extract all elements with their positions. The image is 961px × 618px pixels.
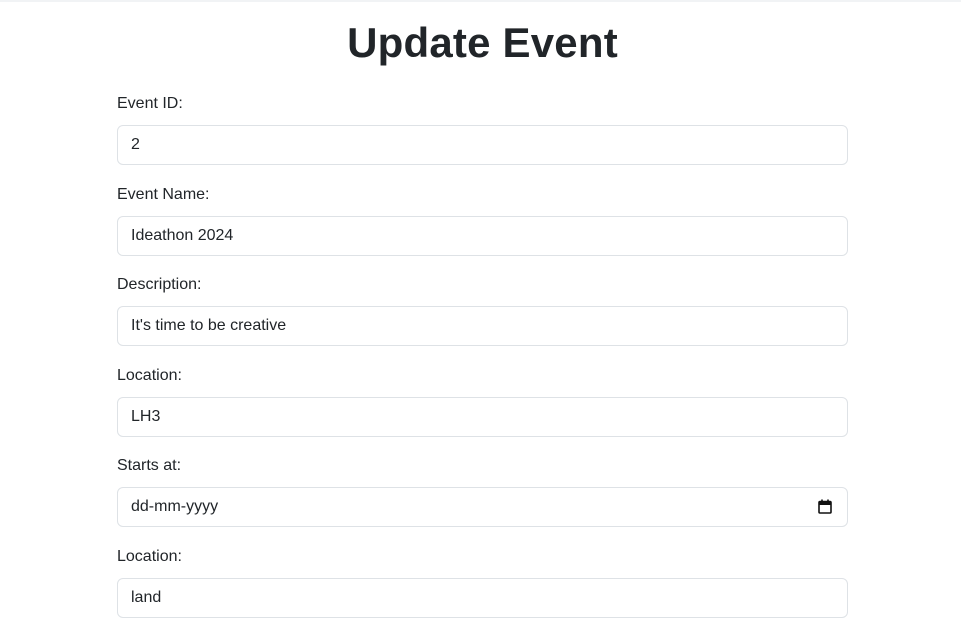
location-label: Location: [117, 367, 182, 384]
description-input-box [117, 306, 848, 346]
top-border [0, 0, 961, 2]
location-label-2: Location: [117, 548, 182, 565]
starts-at-field: Starts at: [117, 456, 848, 527]
event-id-field: Event ID: [117, 94, 848, 165]
calendar-icon[interactable] [818, 499, 832, 514]
location-field: Location: [117, 366, 848, 437]
starts-at-input-box [117, 487, 848, 527]
event-name-label: Event Name: [117, 186, 210, 203]
event-name-input-box [117, 216, 848, 256]
page-title: Update Event [347, 19, 618, 66]
event-name-field: Event Name: [117, 185, 848, 256]
description-field: Description: [117, 275, 848, 346]
location-input[interactable] [118, 398, 847, 436]
location-input-box [117, 397, 848, 437]
event-id-label: Event ID: [117, 95, 183, 112]
location-field-2: Location: [117, 547, 848, 618]
location-input-box-2 [117, 578, 848, 618]
description-input[interactable] [118, 307, 847, 345]
starts-at-date-input[interactable] [118, 488, 847, 526]
event-id-input-box [117, 125, 848, 165]
event-id-input[interactable] [118, 126, 847, 164]
description-label: Description: [117, 276, 202, 293]
event-name-input[interactable] [118, 217, 847, 255]
location-input-2[interactable] [118, 579, 847, 617]
starts-at-label: Starts at: [117, 457, 182, 474]
